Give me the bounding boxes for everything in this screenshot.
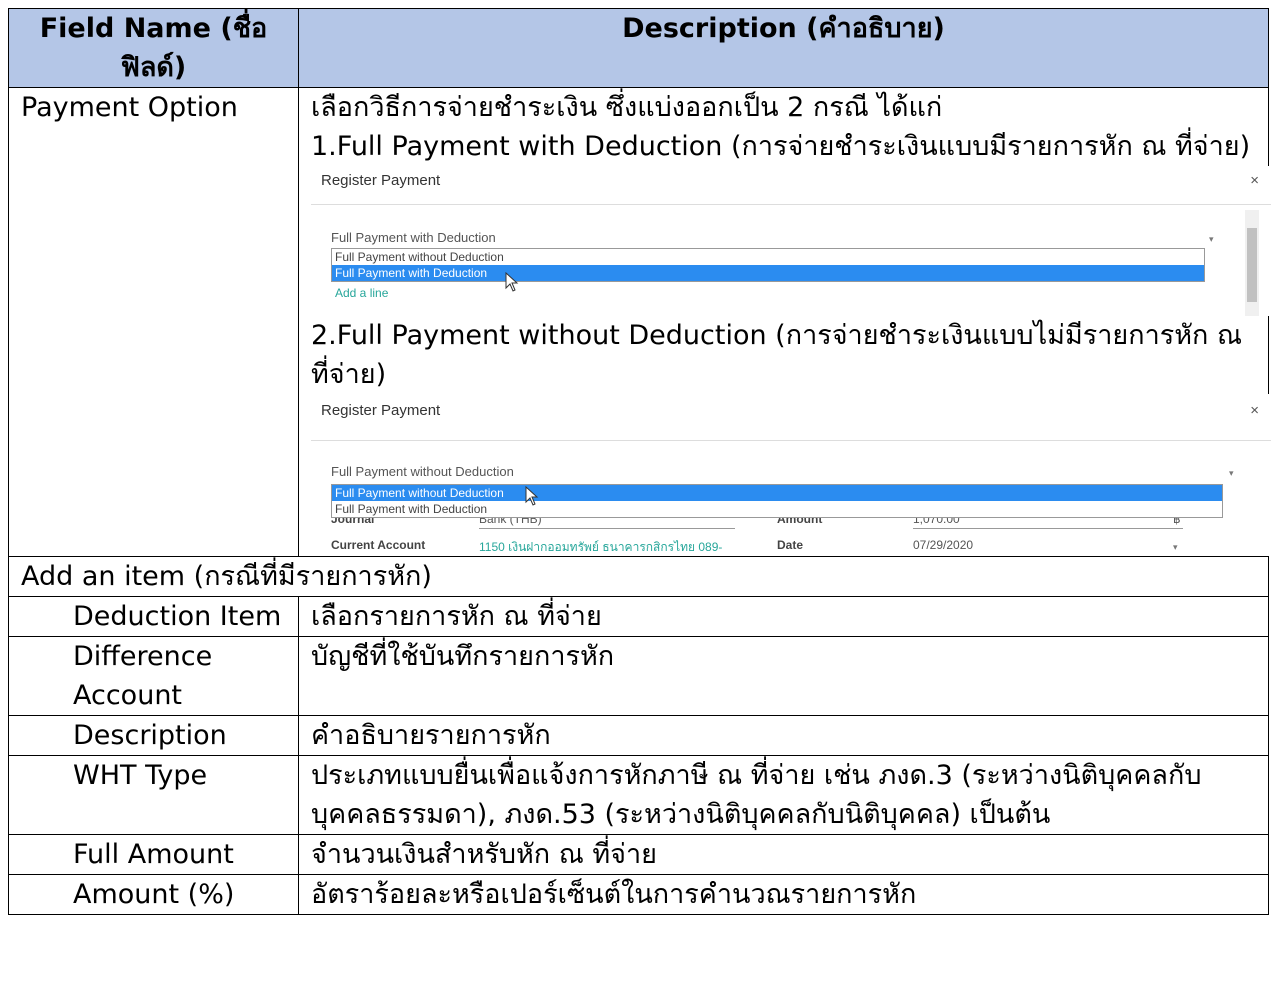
payment-option-select-value[interactable]: Full Payment without Deduction: [331, 464, 514, 479]
dialog-divider: [311, 204, 1271, 205]
payment-option-dropdown[interactable]: Full Payment without Deduction Full Paym…: [331, 248, 1205, 282]
description-deduction-item: เลือกรายการหัก ณ ที่จ่าย: [298, 596, 1269, 637]
mouse-pointer-icon: [525, 486, 539, 506]
section-row-add-item: Add an item (กรณีที่มีรายการหัก): [8, 556, 1269, 597]
scrollbar-thumb[interactable]: [1247, 228, 1257, 302]
chevron-down-icon[interactable]: ▾: [1209, 234, 1214, 245]
dialog-title: Register Payment: [321, 172, 441, 189]
dropdown-option-without-deduction[interactable]: Full Payment without Deduction: [332, 249, 1204, 265]
field-name-payment-option: Payment Option: [8, 87, 299, 557]
section-title-add-item: Add an item (กรณีที่มีรายการหัก): [8, 556, 1269, 597]
description-description: คำอธิบายรายการหัก: [298, 715, 1269, 756]
close-icon[interactable]: ×: [1250, 172, 1259, 189]
field-name-difference-account: Difference Account: [73, 641, 213, 711]
payment-option-2: 2.Full Payment without Deduction (การจ่า…: [311, 320, 1243, 390]
description-wht-type: ประเภทแบบยื่นเพื่อแจ้งการหักภาษี ณ ที่จ่…: [298, 755, 1269, 835]
field-description-table: Field Name (ชื่อฟิลด์) Description (คำอธ…: [8, 8, 1271, 915]
description-difference-account: บัญชีที่ใช้บันทึกรายการหัก: [298, 636, 1269, 716]
current-account-label: Current Account: [331, 538, 426, 552]
table-row: Deduction Item เลือกรายการหัก ณ ที่จ่าย: [8, 596, 1269, 637]
register-payment-screenshot-2: Register Payment × Full Payment without …: [311, 394, 1271, 556]
register-payment-screenshot-1: Register Payment × Full Payment with Ded…: [311, 166, 1271, 316]
payment-option-1: 1.Full Payment with Deduction (การจ่ายชำ…: [311, 131, 1251, 162]
table-row-payment-option: Payment Option เลือกวิธีการจ่ายชำระเงิน …: [8, 87, 1271, 557]
table-row: Difference Account บัญชีที่ใช้บันทึกรายก…: [8, 636, 1269, 716]
field-name-deduction-item: Deduction Item: [73, 601, 282, 632]
field-name-wht-type: WHT Type: [73, 760, 208, 791]
table-header-row: Field Name (ชื่อฟิลด์) Description (คำอธ…: [8, 8, 1269, 88]
chevron-down-icon[interactable]: ▾: [1173, 542, 1178, 553]
description-payment-option: เลือกวิธีการจ่ายชำระเงิน ซึ่งแบ่งออกเป็น…: [298, 87, 1271, 557]
table-row: WHT Type ประเภทแบบยื่นเพื่อแจ้งการหักภาษ…: [8, 755, 1269, 835]
scrollbar[interactable]: [1245, 210, 1259, 316]
table-row: Amount (%) อัตราร้อยละหรือเปอร์เซ็นต์ในก…: [8, 874, 1269, 915]
current-account-value[interactable]: 1150 เงินฝากออมทรัพย์ ธนาคารกสิกรไทย 089…: [479, 538, 722, 557]
description-full-amount: จำนวนเงินสำหรับหัก ณ ที่จ่าย: [298, 834, 1269, 875]
date-label: Date: [777, 538, 804, 552]
journal-underline: [479, 528, 735, 529]
chevron-down-icon[interactable]: ▾: [1229, 468, 1234, 479]
field-name-description: Description: [73, 720, 227, 751]
dropdown-option-with-deduction[interactable]: Full Payment with Deduction: [332, 501, 1222, 517]
dialog-title: Register Payment: [321, 402, 441, 419]
payment-option-dropdown[interactable]: Full Payment without Deduction Full Paym…: [331, 484, 1223, 518]
payment-option-intro: เลือกวิธีการจ่ายชำระเงิน ซึ่งแบ่งออกเป็น…: [311, 92, 943, 123]
table-row: Description คำอธิบายรายการหัก: [8, 715, 1269, 756]
dropdown-option-without-deduction[interactable]: Full Payment without Deduction: [332, 485, 1222, 501]
field-name-amount-percent: Amount (%): [73, 879, 235, 910]
document-page: Field Name (ชื่อฟิลด์) Description (คำอธ…: [0, 0, 1276, 995]
header-description: Description (คำอธิบาย): [298, 8, 1269, 88]
dropdown-option-with-deduction[interactable]: Full Payment with Deduction: [332, 265, 1204, 281]
dialog-divider: [311, 440, 1271, 441]
table-row: Full Amount จำนวนเงินสำหรับหัก ณ ที่จ่าย: [8, 834, 1269, 875]
close-icon[interactable]: ×: [1250, 402, 1259, 419]
payment-option-select-value[interactable]: Full Payment with Deduction: [331, 230, 496, 245]
mouse-pointer-icon: [505, 272, 519, 292]
header-field-name: Field Name (ชื่อฟิลด์): [8, 8, 299, 88]
field-name-full-amount: Full Amount: [73, 839, 234, 870]
description-amount-percent: อัตราร้อยละหรือเปอร์เซ็นต์ในการคำนวณรายก…: [298, 874, 1269, 915]
amount-underline: [913, 528, 1183, 529]
date-value[interactable]: 07/29/2020: [913, 538, 973, 552]
add-line-link[interactable]: Add a line: [335, 286, 388, 300]
